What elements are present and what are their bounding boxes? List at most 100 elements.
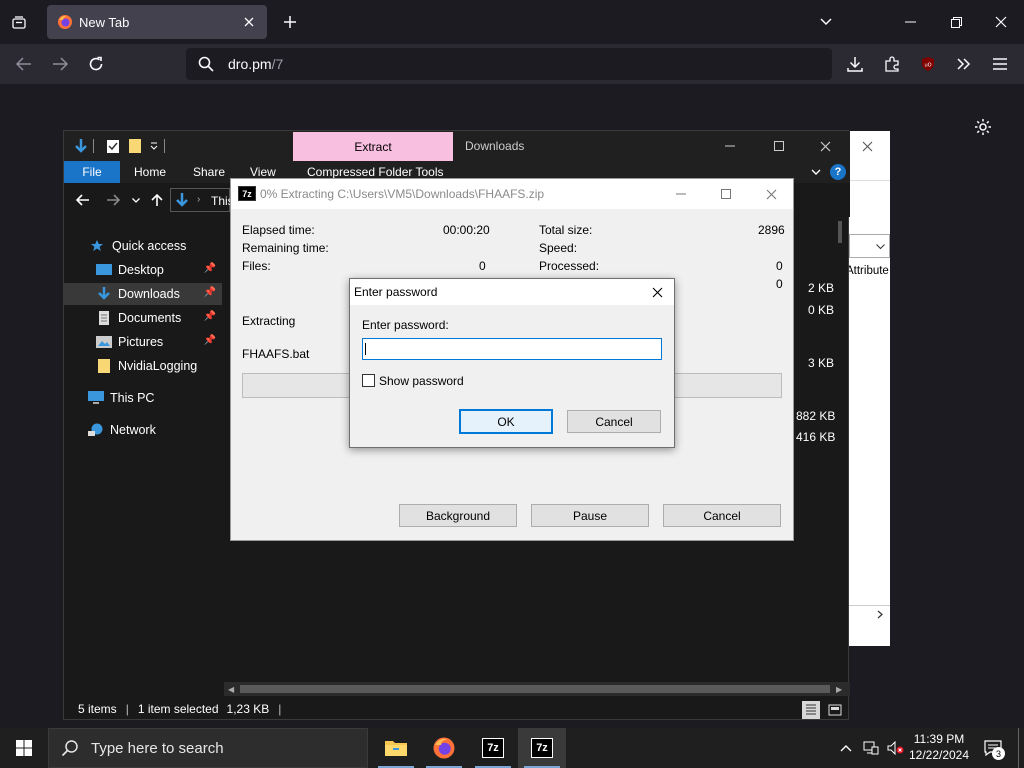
tab-list-icon[interactable]: [8, 12, 30, 34]
ribbon-tab-home[interactable]: Home: [134, 161, 166, 183]
nav-documents[interactable]: Documents 📌: [64, 307, 222, 329]
ok-button[interactable]: OK: [459, 409, 553, 434]
volume-muted-icon[interactable]: [886, 740, 906, 756]
speed-label: Speed:: [539, 241, 578, 255]
list-all-tabs-icon[interactable]: [816, 12, 836, 32]
reload-icon[interactable]: [86, 54, 106, 74]
start-windows-icon[interactable]: [0, 728, 48, 768]
clock-time[interactable]: 11:39 PM: [910, 732, 968, 746]
recent-locations-icon[interactable]: [130, 194, 142, 206]
forward-arrow-icon[interactable]: [104, 192, 122, 208]
close-tab-icon[interactable]: [241, 14, 257, 30]
7zip-icon: 7z: [238, 186, 256, 201]
up-arrow-icon[interactable]: [149, 192, 165, 208]
download-arrow-icon: [74, 138, 88, 154]
nav-this-pc[interactable]: This PC: [64, 387, 222, 409]
minimize-icon[interactable]: [720, 137, 740, 155]
forward-icon[interactable]: [50, 54, 70, 74]
password-prompt: Enter password:: [362, 318, 449, 332]
firefox-icon: [432, 736, 456, 760]
nav-nvidialogging[interactable]: NvidiaLogging: [64, 355, 222, 377]
column-dropdown[interactable]: [849, 234, 890, 258]
taskbar-file-explorer[interactable]: [372, 728, 420, 768]
network-icon[interactable]: [862, 740, 880, 756]
status-bar: 5 items | 1 item selected 1,23 KB |: [64, 697, 850, 721]
files-label: Files:: [242, 259, 271, 273]
minimize-icon[interactable]: [671, 185, 691, 203]
details-view-icon[interactable]: [802, 701, 820, 719]
nav-desktop[interactable]: Desktop 📌: [64, 259, 222, 281]
address-bar[interactable]: › This: [170, 188, 234, 212]
notification-badge: 3: [992, 747, 1005, 760]
nav-downloads[interactable]: Downloads 📌: [64, 283, 222, 305]
new-folder-icon[interactable]: [128, 138, 142, 154]
nav-pictures[interactable]: Pictures 📌: [64, 331, 222, 353]
pictures-icon: [96, 335, 112, 349]
selection-count: 1 item selected: [137, 702, 219, 716]
minimize-icon[interactable]: [900, 12, 920, 32]
close-icon[interactable]: [859, 138, 875, 154]
selection-size: 1,23 KB: [226, 702, 270, 716]
file-size: 416 KB: [796, 430, 836, 444]
close-window-icon[interactable]: [991, 12, 1011, 32]
browser-tab-bar: New Tab: [0, 0, 1024, 44]
taskbar-7zip-2[interactable]: 7z: [518, 728, 566, 768]
pause-button[interactable]: Pause: [531, 504, 649, 527]
text-caret: [365, 343, 366, 355]
files-value: 0: [479, 259, 486, 273]
nav-network[interactable]: Network: [64, 419, 222, 441]
pin-icon: 📌: [203, 311, 216, 322]
hamburger-menu-icon[interactable]: [990, 54, 1010, 74]
scroll-right-arrow[interactable]: [849, 605, 890, 623]
close-icon[interactable]: [815, 137, 835, 155]
downloads-icon[interactable]: [845, 54, 865, 74]
back-icon[interactable]: [14, 54, 34, 74]
taskbar-7zip-1[interactable]: 7z: [469, 728, 517, 768]
close-icon[interactable]: [648, 284, 666, 300]
new-tab-icon[interactable]: [280, 12, 300, 32]
compressed-value: 0: [776, 277, 783, 291]
horizontal-scrollbar[interactable]: ◀ ▶: [224, 682, 850, 696]
notification-center-icon[interactable]: 3: [982, 738, 1005, 760]
item-count: 5 items: [78, 702, 117, 716]
tab-new-tab[interactable]: New Tab: [47, 5, 267, 39]
password-input[interactable]: [362, 338, 662, 360]
help-icon[interactable]: ?: [830, 164, 846, 180]
show-password-checkbox[interactable]: [362, 374, 375, 387]
restore-icon[interactable]: [946, 12, 966, 32]
close-icon[interactable]: [761, 185, 781, 203]
url-bar[interactable]: dro.pm/7: [186, 48, 832, 80]
7zip-icon: 7z: [482, 738, 504, 758]
elapsed-time-value: 00:00:20: [443, 223, 490, 237]
cancel-button[interactable]: Cancel: [567, 410, 661, 433]
maximize-icon[interactable]: [769, 137, 789, 155]
extensions-icon[interactable]: [882, 54, 902, 74]
remaining-time-label: Remaining time:: [242, 241, 329, 255]
background-button[interactable]: Background: [399, 504, 517, 527]
pin-icon: 📌: [203, 287, 216, 298]
show-desktop-button[interactable]: [1018, 728, 1024, 768]
processed-value: 0: [776, 259, 783, 273]
taskbar-firefox[interactable]: [420, 728, 468, 768]
maximize-icon[interactable]: [716, 185, 736, 203]
ribbon-tab-file[interactable]: File: [64, 161, 120, 183]
clock-date[interactable]: 12/22/2024: [906, 748, 972, 762]
network-icon: [88, 423, 104, 437]
back-arrow-icon[interactable]: [74, 192, 92, 208]
taskbar-search-box[interactable]: Type here to search: [48, 728, 368, 768]
attribute-header: Attribute: [846, 265, 889, 277]
cancel-button[interactable]: Cancel: [663, 504, 781, 527]
properties-icon[interactable]: [106, 138, 120, 154]
ribbon-tab-share[interactable]: Share: [193, 161, 225, 183]
settings-gear-icon[interactable]: [972, 116, 994, 138]
ublock-icon[interactable]: uO: [918, 54, 938, 74]
vertical-scrollbar[interactable]: [838, 221, 842, 243]
extract-context-tab[interactable]: Extract: [293, 132, 453, 161]
nav-quick-access[interactable]: Quick access: [64, 235, 222, 257]
chevron-down-icon[interactable]: [808, 164, 824, 180]
show-password-label[interactable]: Show password: [379, 374, 464, 388]
large-icons-view-icon[interactable]: [826, 701, 844, 719]
show-hidden-icons-chevron[interactable]: [838, 740, 854, 756]
overflow-menu-icon[interactable]: [954, 54, 974, 74]
quick-access-dropdown-icon[interactable]: [150, 141, 158, 151]
